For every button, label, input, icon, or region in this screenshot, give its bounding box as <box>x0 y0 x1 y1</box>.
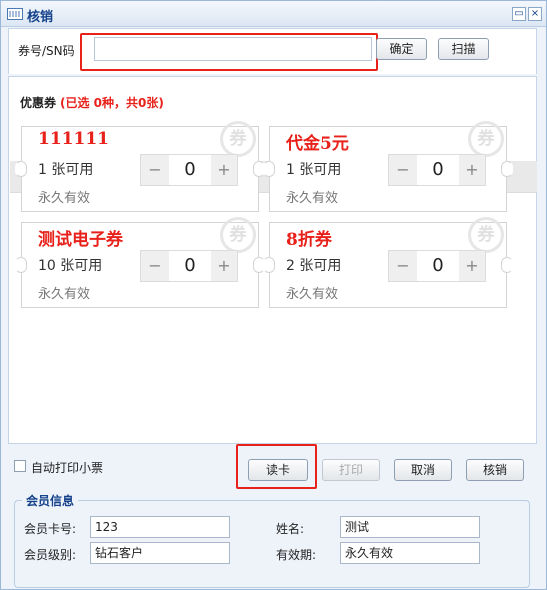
plus-icon[interactable]: + <box>211 251 237 281</box>
coupon-name: 测试电子券 <box>38 230 123 250</box>
card-notch-left <box>15 257 27 273</box>
highlight-box-read-card <box>236 444 317 489</box>
coupon-validity: 永久有效 <box>286 191 339 206</box>
expiry-field[interactable]: 永久有效 <box>340 542 480 564</box>
auto-print-checkbox[interactable] <box>14 460 26 472</box>
quantity-stepper: − 0 + <box>140 154 238 186</box>
title-bar[interactable]: 核销 ▭ × <box>1 1 546 27</box>
coupon-validity: 永久有效 <box>38 191 91 206</box>
level-field[interactable]: 钻石客户 <box>90 542 230 564</box>
auto-print-label[interactable]: 自动打印小票 <box>31 459 103 476</box>
window-icon <box>7 8 23 20</box>
confirm-button[interactable]: 确定 <box>376 38 427 60</box>
card-notch-right <box>501 257 513 273</box>
cancel-button[interactable]: 取消 <box>394 459 452 481</box>
plus-icon[interactable]: + <box>459 155 485 185</box>
coupon-card[interactable]: 券 111111 1 张可用 永久有效 − 0 + <box>15 121 265 212</box>
card-notch-left <box>263 161 275 177</box>
coupon-header-title: 优惠券 <box>20 96 57 110</box>
highlight-box-sn <box>80 33 378 71</box>
plus-icon[interactable]: + <box>459 251 485 281</box>
card-no-field[interactable]: 123 <box>90 516 230 538</box>
sn-label: 券号/SN码 <box>18 44 75 58</box>
coupon-available-qty: 1 张可用 <box>38 162 94 178</box>
coupon-name: 111111 <box>38 129 109 149</box>
coupon-card[interactable]: 券 测试电子券 10 张可用 永久有效 − 0 + <box>15 217 265 308</box>
name-label: 姓名: <box>276 522 305 536</box>
coupon-stamp-icon: 券 <box>468 217 504 253</box>
coupon-available-qty: 1 张可用 <box>286 162 342 178</box>
coupon-stamp-icon: 券 <box>468 121 504 157</box>
quantity-stepper: − 0 + <box>140 250 238 282</box>
minus-icon[interactable]: − <box>141 251 169 281</box>
coupon-available-qty: 10 张可用 <box>38 258 103 274</box>
name-field[interactable]: 测试 <box>340 516 480 538</box>
close-icon[interactable]: × <box>528 7 542 21</box>
quantity-stepper: − 0 + <box>388 154 486 186</box>
coupon-header-summary: (已选 0种，共0张) <box>60 96 164 110</box>
quantity-value[interactable]: 0 <box>417 155 459 185</box>
card-notch-left <box>15 161 27 177</box>
verify-button[interactable]: 核销 <box>466 459 524 481</box>
coupon-available-qty: 2 张可用 <box>286 258 342 274</box>
minus-icon[interactable]: − <box>389 251 417 281</box>
coupon-name: 8折券 <box>286 230 332 250</box>
minus-icon[interactable]: − <box>389 155 417 185</box>
quantity-value[interactable]: 0 <box>169 251 211 281</box>
scan-button[interactable]: 扫描 <box>438 38 489 60</box>
coupon-card[interactable]: 券 8折券 2 张可用 永久有效 − 0 + <box>263 217 513 308</box>
plus-icon[interactable]: + <box>211 155 237 185</box>
quantity-value[interactable]: 0 <box>417 251 459 281</box>
coupon-name: 代金5元 <box>286 134 349 154</box>
minimize-icon[interactable]: ▭ <box>512 7 526 21</box>
member-info-legend: 会员信息 <box>22 492 79 509</box>
quantity-stepper: − 0 + <box>388 250 486 282</box>
window-title: 核销 <box>27 10 54 25</box>
print-button[interactable]: 打印 <box>322 459 380 481</box>
coupon-validity: 永久有效 <box>286 287 339 302</box>
card-notch-left <box>263 257 275 273</box>
coupon-card[interactable]: 券 代金5元 1 张可用 永久有效 − 0 + <box>263 121 513 212</box>
quantity-value[interactable]: 0 <box>169 155 211 185</box>
coupon-stamp-icon: 券 <box>220 217 256 253</box>
coupon-validity: 永久有效 <box>38 287 91 302</box>
level-label: 会员级别: <box>24 548 77 562</box>
expiry-label: 有效期: <box>276 548 317 562</box>
card-notch-right <box>501 161 513 177</box>
coupon-stamp-icon: 券 <box>220 121 256 157</box>
card-no-label: 会员卡号: <box>24 522 77 536</box>
minus-icon[interactable]: − <box>141 155 169 185</box>
